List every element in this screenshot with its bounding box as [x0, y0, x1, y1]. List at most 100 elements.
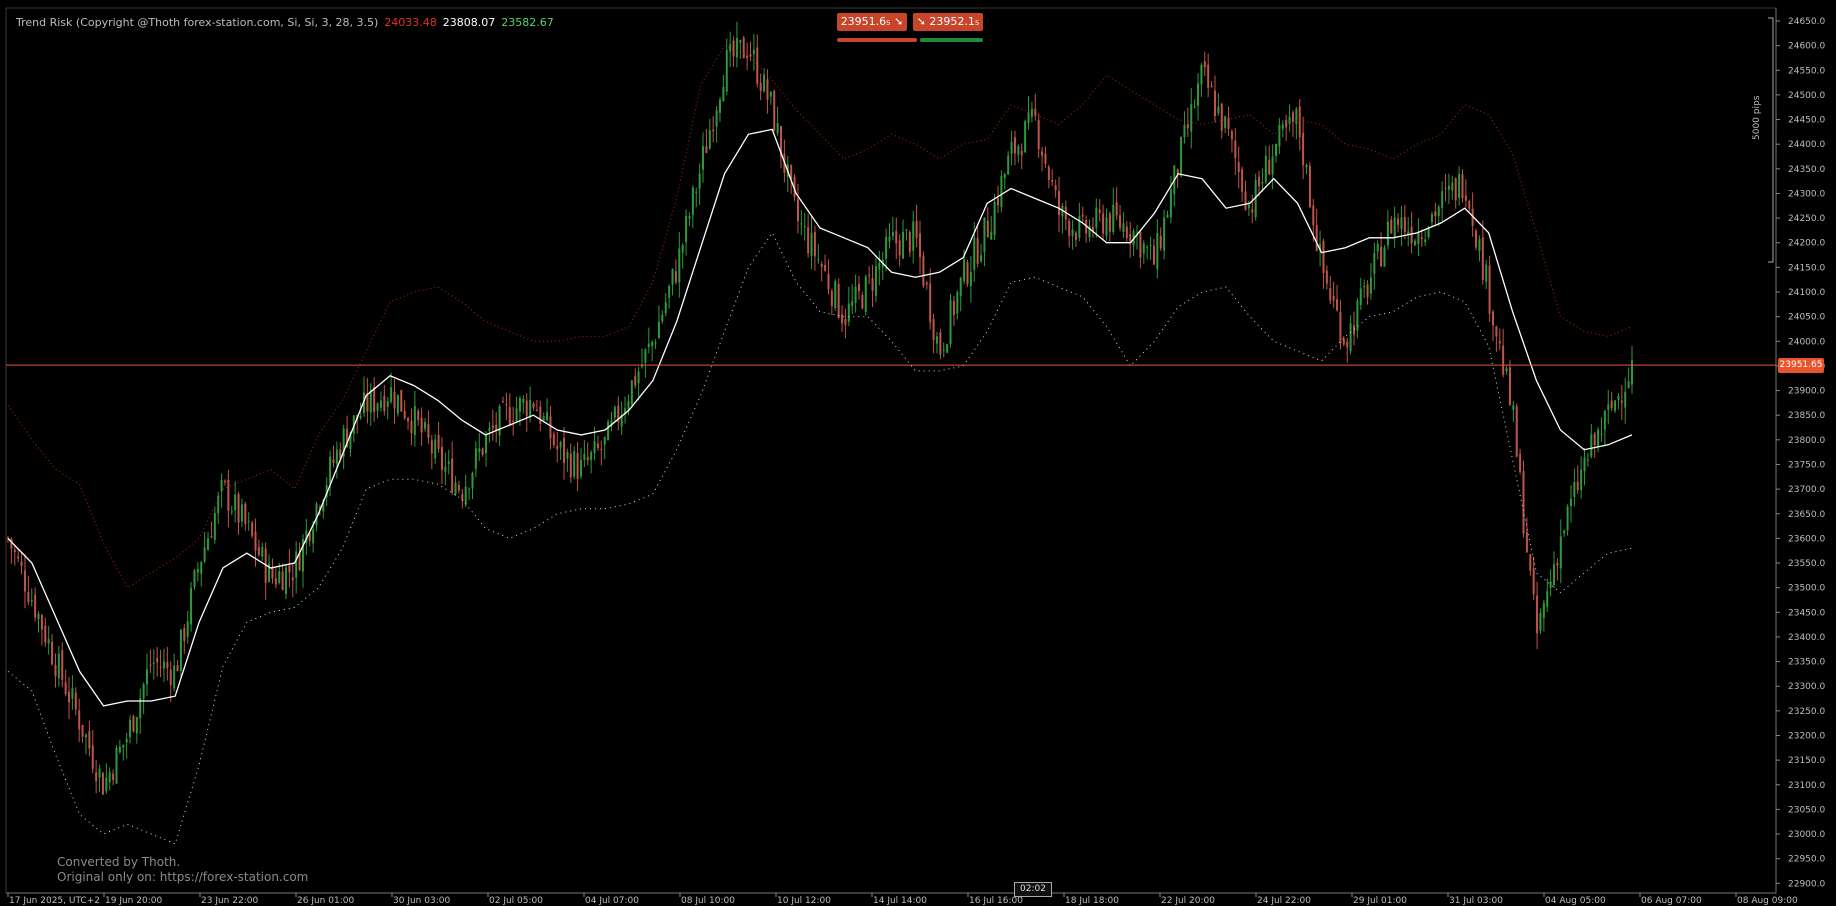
candle-body: [274, 578, 277, 585]
candle-body: [969, 272, 972, 287]
candle-body: [725, 50, 728, 92]
candle-body: [1261, 182, 1264, 184]
candle-body: [729, 44, 732, 52]
candle-body: [1037, 119, 1040, 150]
y-tick-label: 24650.0: [1788, 17, 1825, 27]
candle-body: [298, 553, 301, 571]
candle-body: [952, 300, 955, 315]
candle-body: [1027, 112, 1030, 123]
watermark-line-2: Original only on: https://forex-station.…: [57, 870, 309, 884]
time-axis[interactable]: 17 Jun 2025, UTC+2 19 Jun 20:00 23 Jun 22:…: [7, 893, 1798, 906]
candle-body: [285, 567, 288, 595]
candle-body: [607, 421, 610, 441]
candle-body: [579, 459, 582, 477]
candle-body: [678, 248, 681, 283]
candle-body: [895, 230, 898, 244]
candle-body: [705, 146, 708, 153]
candle-body: [1129, 234, 1132, 241]
candle-body: [1241, 169, 1244, 192]
candle-body: [1481, 237, 1484, 280]
candle-body: [451, 458, 454, 493]
candle-body: [1332, 295, 1335, 301]
candle-body: [1105, 217, 1108, 236]
candle-body: [1573, 481, 1576, 498]
candle-body: [841, 314, 844, 324]
candle-body: [1102, 213, 1105, 234]
candle-body: [13, 549, 16, 553]
candle-body: [1166, 214, 1169, 218]
sell-button[interactable]: 23951.6₅ ➘: [837, 13, 907, 31]
candle-body: [1444, 187, 1447, 189]
candle-body: [583, 453, 586, 460]
candle-body: [1275, 143, 1278, 156]
y-tick-label: 23300.0: [1788, 682, 1825, 692]
candle-body: [437, 434, 440, 450]
indicator-title: Trend Risk (Copyright @Thoth forex-stati…: [16, 16, 560, 29]
candle-body: [1400, 217, 1403, 230]
candle-body: [956, 292, 959, 314]
candle-body: [474, 448, 477, 469]
candle-body: [752, 49, 755, 55]
candle-body: [837, 283, 840, 318]
current-price-tag: 23951.65: [1778, 358, 1824, 374]
candle-body: [1627, 381, 1630, 388]
candle-body: [1325, 270, 1328, 284]
candle-body: [84, 734, 87, 738]
y-tick-label: 23900.0: [1788, 387, 1825, 397]
candle-body: [444, 466, 447, 472]
candle-body: [1152, 245, 1155, 265]
candle-body: [915, 220, 918, 238]
candle-body: [156, 657, 159, 663]
candle-body: [634, 375, 637, 386]
candle-body: [468, 488, 471, 490]
price-axis[interactable]: 24650.0 24600.0 24550.0 24500.0 24450.0 24400…: [1776, 17, 1825, 889]
candle-body: [1569, 498, 1572, 507]
candle-body: [556, 445, 559, 450]
price-chart[interactable]: 24650.0 24600.0 24550.0 24500.0 24450.0 24400…: [0, 0, 1836, 906]
y-tick-label: 24150.0: [1788, 263, 1825, 273]
candle-body: [213, 512, 216, 540]
candle-body: [162, 661, 165, 669]
candle-body: [407, 418, 410, 422]
candle-body: [244, 503, 247, 525]
candle-body: [766, 79, 769, 100]
candle-body: [10, 538, 13, 549]
candle-body: [1295, 108, 1298, 124]
candle-body: [118, 746, 121, 753]
candle-body: [942, 349, 945, 351]
candle-body: [1485, 264, 1488, 282]
candle-body: [1475, 230, 1478, 248]
candle-body: [1363, 286, 1366, 288]
candle-body: [271, 566, 274, 579]
candle-body: [1217, 106, 1220, 114]
candle-body: [190, 587, 193, 625]
candle-body: [1119, 215, 1122, 228]
candle-body: [332, 459, 335, 464]
candle-body: [1369, 277, 1372, 294]
candle-body: [529, 399, 532, 417]
candle-body: [485, 434, 488, 454]
candle-body: [169, 669, 172, 686]
candle-body: [1237, 162, 1240, 173]
candle-body: [1441, 191, 1444, 208]
candle-body: [847, 303, 850, 322]
candle-body: [773, 90, 776, 131]
candle-body: [1414, 240, 1417, 246]
candle-body: [329, 456, 332, 484]
candle-body: [1376, 243, 1379, 252]
candle-body: [742, 37, 745, 59]
candle-body: [1390, 219, 1393, 234]
candle-body: [1200, 64, 1203, 85]
candle-body: [1122, 223, 1125, 232]
candle-body: [1013, 137, 1016, 154]
buy-button[interactable]: ➘ 23952.1₅: [913, 13, 983, 31]
candle-body: [454, 482, 457, 494]
candle-body: [20, 561, 23, 567]
candle-body: [142, 684, 145, 699]
candle-body: [539, 406, 542, 425]
candle-body: [939, 332, 942, 355]
candle-body: [217, 495, 220, 514]
candle-body: [1549, 581, 1552, 588]
candle-body: [57, 653, 60, 679]
candle-body: [135, 717, 138, 734]
